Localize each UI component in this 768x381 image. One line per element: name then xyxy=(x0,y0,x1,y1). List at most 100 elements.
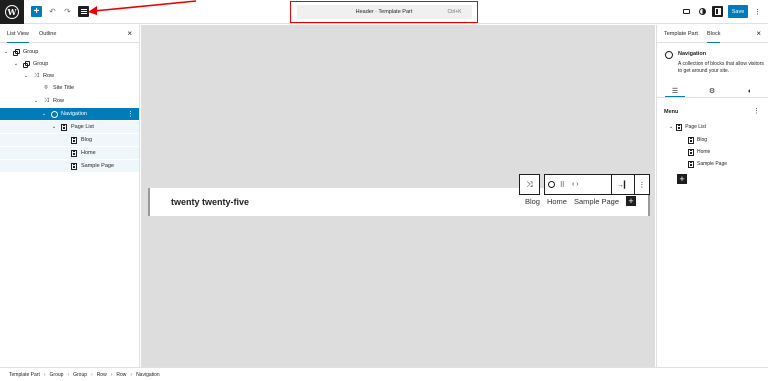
breadcrumb-item[interactable]: Group xyxy=(73,372,87,378)
options-button[interactable]: ⋮ xyxy=(752,6,763,17)
undo-button[interactable]: ↶ xyxy=(47,6,58,17)
chevron-down-icon: ⌄ xyxy=(51,124,57,130)
list-view-icon xyxy=(80,9,87,14)
desktop-icon xyxy=(683,9,690,14)
drag-handle-icon: ⠿ xyxy=(559,181,565,189)
drag-handle[interactable]: ⠿ xyxy=(558,175,568,194)
block-options-button[interactable]: ⋮ xyxy=(635,175,649,194)
list-item[interactable]: ⌾ Site Title xyxy=(0,82,139,94)
list-item[interactable]: ⌄ Group xyxy=(0,58,139,70)
list-item[interactable]: ⌄ ⤨ Row xyxy=(0,70,139,82)
navigation-block[interactable]: Blog Home Sample Page + xyxy=(525,196,636,206)
breadcrumb-item[interactable]: Row xyxy=(97,372,107,378)
inspector-tabs: ☰ ⚙ ◐ xyxy=(657,82,768,98)
list-item-label: Sample Page xyxy=(81,163,115,169)
move-buttons[interactable]: ‹ › xyxy=(567,175,583,194)
more-vertical-icon[interactable]: ⋮ xyxy=(127,110,134,118)
redo-icon: ↷ xyxy=(64,7,71,16)
gear-icon[interactable]: ⚙ xyxy=(702,85,722,97)
styles-button[interactable] xyxy=(697,6,708,17)
plus-icon: + xyxy=(679,174,685,184)
tab-outline[interactable]: Outline xyxy=(39,31,56,37)
list-item[interactable]: ⌄ Page List xyxy=(0,121,139,133)
row-icon: ⤨ xyxy=(33,72,39,79)
list-item-label: Row xyxy=(43,73,55,79)
menu-item[interactable]: Blog xyxy=(688,135,707,145)
plus-icon: + xyxy=(33,6,40,17)
map-marker-icon: ⌾ xyxy=(44,84,48,91)
nav-link-sample-page[interactable]: Sample Page xyxy=(574,197,619,206)
menu-label: Menu xyxy=(664,109,679,115)
tab-template-part[interactable]: Template Part xyxy=(664,31,698,37)
breadcrumb-separator: › xyxy=(91,371,93,378)
list-item-label: Blog xyxy=(81,137,93,143)
tab-list-view[interactable]: List View xyxy=(7,31,29,43)
add-menu-item-button[interactable]: + xyxy=(677,174,687,184)
block-inserter-button[interactable]: + xyxy=(31,6,42,17)
list-item[interactable]: Sample Page xyxy=(0,160,139,172)
list-item[interactable]: Home xyxy=(0,147,139,159)
justification-button[interactable]: →▎ xyxy=(612,175,633,194)
list-item-label: Site Title xyxy=(53,85,75,91)
breadcrumb-separator: › xyxy=(130,371,133,378)
settings-tabs: Template Part Block × xyxy=(657,25,768,43)
list-item[interactable]: Blog xyxy=(0,134,139,146)
document-title: Header · Template Part xyxy=(355,9,413,15)
chevron-down-icon: ⌄ xyxy=(669,124,674,130)
menu-item-label: Home xyxy=(697,149,711,155)
nav-link-home[interactable]: Home xyxy=(547,197,567,206)
page-icon xyxy=(70,136,78,144)
breadcrumb-item[interactable]: Row xyxy=(116,372,126,378)
breadcrumb-item[interactable]: Group xyxy=(50,372,64,378)
site-title[interactable]: twenty twenty-five xyxy=(171,197,249,207)
command-shortcut: Ctrl+K xyxy=(447,9,462,15)
list-item-label: Group xyxy=(33,61,49,67)
plus-icon: + xyxy=(628,196,634,206)
list-item-label: Page List xyxy=(71,124,94,130)
close-icon[interactable]: × xyxy=(127,29,132,38)
save-button[interactable]: Save xyxy=(728,5,748,18)
block-breadcrumb: Template Part › Group › Group › Row › Row › N… xyxy=(0,367,768,381)
page-icon xyxy=(70,149,78,157)
nav-link-blog[interactable]: Blog xyxy=(525,197,540,206)
undo-icon: ↶ xyxy=(49,7,56,16)
page-icon xyxy=(688,136,694,144)
document-bar[interactable]: Header · Template Part Ctrl+K xyxy=(290,1,478,23)
select-parent-button[interactable]: ⤨ xyxy=(519,174,540,195)
breadcrumb-item[interactable]: Template Part xyxy=(9,372,40,378)
block-description: A collection of blocks that allow visito… xyxy=(678,61,764,74)
settings-button[interactable] xyxy=(712,6,723,17)
menu-item[interactable]: Home xyxy=(688,147,710,157)
menu-item[interactable]: ⌄ Page List xyxy=(669,122,706,132)
group-icon xyxy=(22,60,30,68)
page-icon xyxy=(688,160,694,168)
group-icon xyxy=(12,48,20,56)
menu-item[interactable]: Sample Page xyxy=(688,159,727,169)
chevron-down-icon: ⌄ xyxy=(33,98,39,104)
list-item-label: Row xyxy=(53,98,65,104)
contrast-icon[interactable]: ◐ xyxy=(740,85,760,97)
add-block-button[interactable]: + xyxy=(626,196,636,206)
sidebar-icon xyxy=(714,8,721,15)
breadcrumb-separator: › xyxy=(43,371,46,378)
list-item[interactable]: ⌄ ⤨ Row xyxy=(0,95,139,107)
chevron-down-icon: ⌄ xyxy=(41,111,47,117)
list-view-panel: List View Outline × ⌄ Group ⌄ Group ⌄ ⤨ … xyxy=(0,25,140,367)
tab-block[interactable]: Block xyxy=(707,31,721,43)
preview-button[interactable] xyxy=(681,6,692,17)
redo-button[interactable]: ↷ xyxy=(62,6,73,17)
document-title-button[interactable]: Header · Template Part Ctrl+K xyxy=(296,5,472,19)
list-item-selected[interactable]: ⌄ Navigation ⋮ xyxy=(0,108,139,120)
more-vertical-icon[interactable]: ⋮ xyxy=(753,107,760,115)
navigation-icon xyxy=(665,51,673,59)
wordpress-logo-button[interactable]: W xyxy=(0,0,24,24)
list-item-label: Home xyxy=(81,150,96,156)
menu-item-label: Sample Page xyxy=(697,161,728,167)
tab-list-icon[interactable]: ☰ xyxy=(665,85,685,97)
list-item[interactable]: ⌄ Group xyxy=(0,46,139,58)
navigation-icon xyxy=(50,110,58,118)
editor-canvas[interactable]: twenty twenty-five Blog Home Sample Page… xyxy=(141,25,655,367)
close-icon[interactable]: × xyxy=(756,29,761,38)
block-type-button[interactable] xyxy=(545,175,558,194)
list-view-tabs: List View Outline × xyxy=(0,25,139,43)
